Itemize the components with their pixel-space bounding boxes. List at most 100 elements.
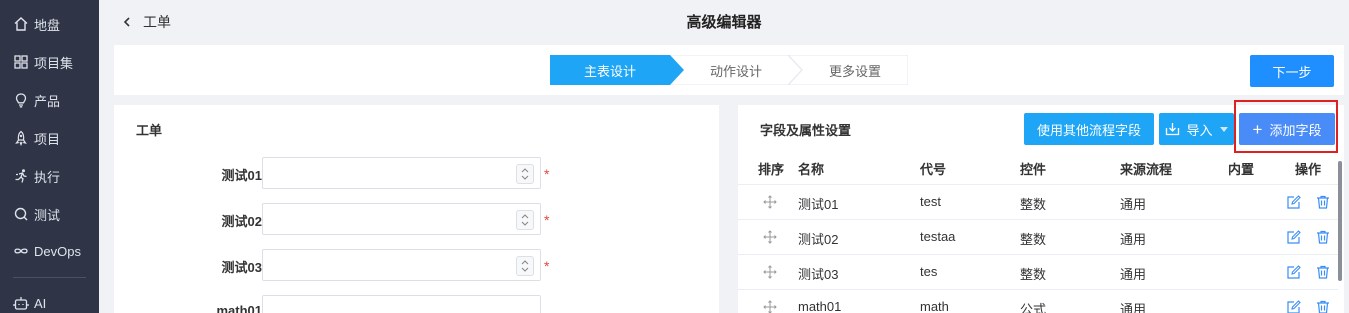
add-field-button[interactable]: + 添加字段 <box>1239 113 1335 145</box>
trash-icon[interactable] <box>1315 264 1331 280</box>
number-input[interactable] <box>262 249 541 281</box>
required-marker: * <box>544 258 550 274</box>
sidebar-item-test[interactable]: 测试 <box>0 201 99 227</box>
column-header-name: 名称 <box>798 162 825 177</box>
number-input[interactable] <box>262 157 541 189</box>
sidebar-item-label: AI <box>34 295 47 311</box>
drag-handle-icon[interactable] <box>763 230 777 244</box>
step-label: 更多设置 <box>828 63 881 79</box>
table-row[interactable]: 测试02 testaa 整数 通用 <box>738 219 1338 254</box>
sidebar-item-devops[interactable]: DevOps <box>0 238 99 264</box>
cell-control: 整数 <box>1020 232 1047 247</box>
run-icon <box>15 169 27 183</box>
cell-source: 通用 <box>1120 197 1147 212</box>
sidebar-item-label: 项目 <box>34 131 61 147</box>
cell-source: 通用 <box>1120 232 1147 247</box>
step-action-design[interactable]: 动作设计 <box>684 55 788 85</box>
cell-code: testaa <box>920 229 956 244</box>
sidebar-divider <box>13 277 86 278</box>
sidebar: 地盘 项目集 产品 项目 执行 测试 DevOps AI <box>0 0 99 313</box>
edit-icon[interactable] <box>1286 194 1302 210</box>
edit-icon[interactable] <box>1286 229 1302 245</box>
plus-icon: + <box>1252 119 1263 139</box>
drag-handle-icon[interactable] <box>763 300 777 313</box>
number-stepper[interactable] <box>516 256 534 276</box>
step-label: 主表设计 <box>583 63 636 79</box>
import-button[interactable]: 导入 <box>1159 113 1234 145</box>
required-marker: * <box>544 166 550 182</box>
cell-name: math01 <box>798 299 842 313</box>
lightbulb-icon <box>15 93 27 108</box>
sidebar-item-product[interactable]: 产品 <box>0 87 99 113</box>
form-row: 测试01 * <box>114 157 719 189</box>
caret-down-icon <box>1219 126 1228 132</box>
step-bar: 主表设计 动作设计 更多设置 下一步 <box>114 45 1344 95</box>
home-icon <box>14 17 28 31</box>
trash-icon[interactable] <box>1315 229 1331 245</box>
cell-code: math <box>920 299 949 313</box>
use-other-flow-fields-button[interactable]: 使用其他流程字段 <box>1024 113 1154 145</box>
step-label: 动作设计 <box>709 63 762 79</box>
form-row: 测试02 * <box>114 203 719 235</box>
steps: 主表设计 动作设计 更多设置 <box>550 55 908 85</box>
chevron-up-icon <box>521 214 529 219</box>
robot-icon <box>13 297 29 310</box>
sidebar-item-label: 产品 <box>34 93 61 109</box>
form-preview-panel: 工单 测试01 * 测试02 * 测试03 * math01 <box>114 105 719 313</box>
number-stepper[interactable] <box>516 210 534 230</box>
sidebar-item-ai[interactable]: AI <box>0 290 99 313</box>
chevron-down-icon <box>521 221 529 226</box>
trash-icon[interactable] <box>1315 299 1331 313</box>
column-header-sort: 排序 <box>758 162 785 177</box>
sidebar-item-project[interactable]: 项目 <box>0 125 99 151</box>
number-input[interactable] <box>262 295 541 313</box>
cell-control: 整数 <box>1020 197 1047 212</box>
column-header-source: 来源流程 <box>1120 162 1173 177</box>
column-header-builtin: 内置 <box>1228 162 1255 177</box>
field-label: 测试01 <box>221 168 262 183</box>
rocket-icon <box>15 130 27 146</box>
next-step-button[interactable]: 下一步 <box>1250 55 1334 87</box>
table-scrollbar[interactable] <box>1338 161 1342 281</box>
required-marker: * <box>544 212 550 228</box>
sidebar-item-dashboard[interactable]: 地盘 <box>0 11 99 37</box>
chevron-up-icon <box>521 260 529 265</box>
table-header: 排序 名称 代号 控件 来源流程 内置 操作 <box>738 153 1338 183</box>
step-main-design[interactable]: 主表设计 <box>550 55 670 85</box>
edit-icon[interactable] <box>1286 299 1302 313</box>
sidebar-item-label: 测试 <box>34 207 61 223</box>
table-row[interactable]: math01 math 公式 通用 <box>738 289 1338 313</box>
search-icon <box>14 207 28 221</box>
page-header: 工单 高级编辑器 <box>99 0 1349 42</box>
drag-handle-icon[interactable] <box>763 195 777 209</box>
import-icon <box>1166 123 1180 136</box>
field-label: 测试02 <box>221 214 262 229</box>
edit-icon[interactable] <box>1286 264 1302 280</box>
cell-name: 测试01 <box>798 197 839 212</box>
sidebar-item-execution[interactable]: 执行 <box>0 163 99 189</box>
sidebar-item-label: 地盘 <box>34 17 61 33</box>
drag-handle-icon[interactable] <box>763 265 777 279</box>
table-row[interactable]: 测试03 tes 整数 通用 <box>738 254 1338 289</box>
cell-control: 公式 <box>1020 302 1047 313</box>
sidebar-item-program[interactable]: 项目集 <box>0 49 99 75</box>
table-row[interactable]: 测试01 test 整数 通用 <box>738 184 1338 219</box>
number-stepper[interactable] <box>516 164 534 184</box>
sidebar-item-label: DevOps <box>34 243 81 259</box>
fields-panel: 字段及属性设置 使用其他流程字段 导入 + 添加字段 排序 名称 代号 控件 来… <box>738 105 1344 313</box>
infinity-icon <box>14 248 28 254</box>
import-label: 导入 <box>1186 122 1213 138</box>
chevron-down-icon <box>521 175 529 180</box>
step-more-settings[interactable]: 更多设置 <box>802 55 908 85</box>
trash-icon[interactable] <box>1315 194 1331 210</box>
form-title: 工单 <box>136 123 163 138</box>
grid-icon <box>14 55 28 69</box>
number-input[interactable] <box>262 203 541 235</box>
cell-name: 测试03 <box>798 267 839 282</box>
page-title: 高级编辑器 <box>686 14 762 31</box>
form-row: math01 <box>114 295 719 313</box>
fields-panel-title: 字段及属性设置 <box>760 123 852 138</box>
sidebar-item-label: 执行 <box>34 169 61 185</box>
cell-source: 通用 <box>1120 267 1147 282</box>
field-label: 测试03 <box>221 260 262 275</box>
